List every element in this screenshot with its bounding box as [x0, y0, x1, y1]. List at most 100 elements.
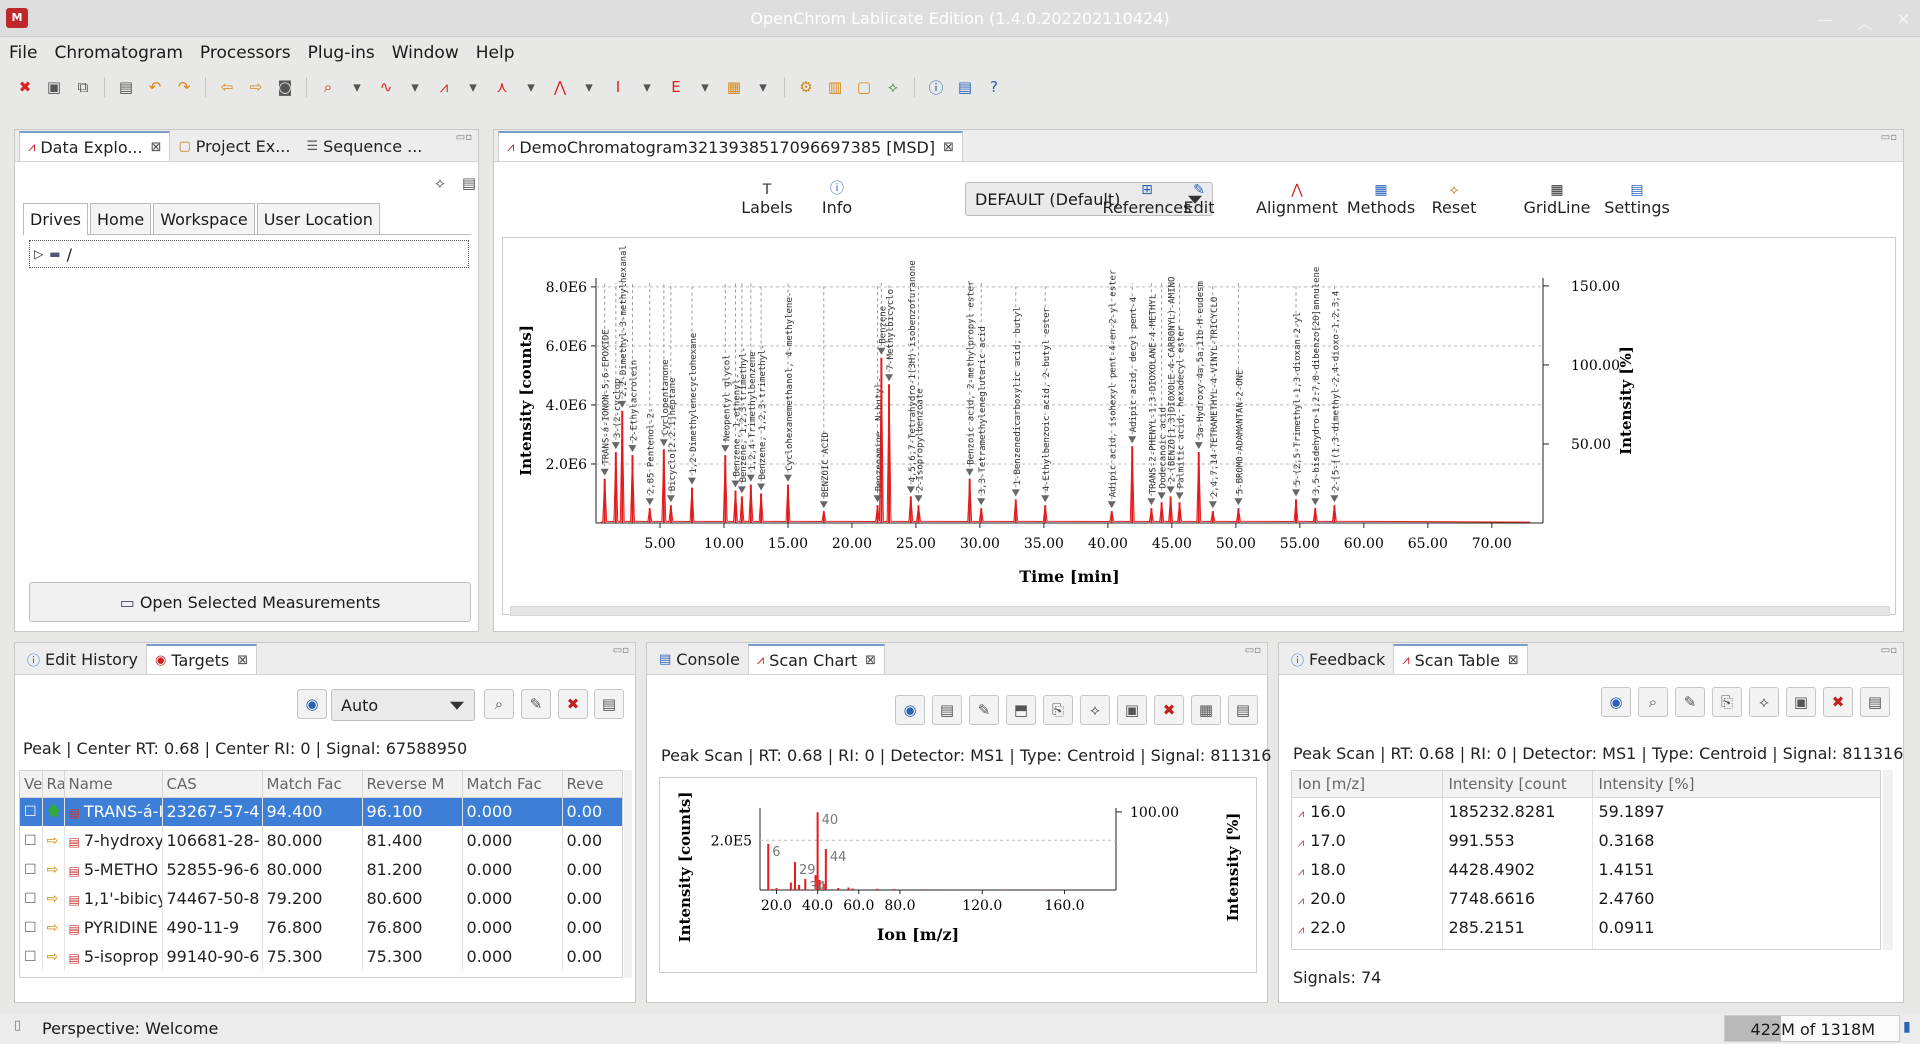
tab-data-explo[interactable]: ⩘ Data Explo... ⊠: [19, 131, 171, 161]
peak-marker[interactable]: [906, 486, 915, 494]
peak-marker[interactable]: [1128, 436, 1137, 444]
settings-icon[interactable]: ▤: [594, 689, 624, 719]
search-icon[interactable]: ⌕: [484, 689, 514, 719]
peak-marker[interactable]: [965, 468, 974, 476]
close-all-icon[interactable]: ✖: [14, 76, 36, 98]
subtab-home[interactable]: Home: [90, 203, 152, 235]
peak-marker[interactable]: [1292, 489, 1301, 497]
forward-icon[interactable]: ⇨: [245, 76, 267, 98]
delete-icon[interactable]: ✖: [1154, 695, 1184, 725]
refresh-icon[interactable]: ◉: [1601, 687, 1631, 717]
dropdown-icon[interactable]: ▾: [462, 76, 484, 98]
tab-console[interactable]: ▤ Console: [651, 644, 748, 674]
column-header[interactable]: Ion [m/z]: [1292, 771, 1443, 798]
save-as-icon[interactable]: ▤: [115, 76, 137, 98]
peak-marker[interactable]: [1166, 486, 1175, 494]
peak-marker[interactable]: [600, 468, 609, 476]
peak-marker[interactable]: [819, 501, 828, 509]
close-icon[interactable]: ✕: [1897, 10, 1910, 34]
peak-marker[interactable]: [1147, 498, 1156, 506]
reset-button[interactable]: ⟡ Reset: [1419, 176, 1489, 217]
process-icon[interactable]: ⚙: [795, 76, 817, 98]
subtab-user-location[interactable]: User Location: [256, 203, 380, 235]
link-icon[interactable]: ⟡: [425, 168, 455, 198]
layout-icon[interactable]: ▤: [954, 76, 976, 98]
save-icon[interactable]: ▣: [1786, 687, 1816, 717]
minimize-icon[interactable]: —: [1817, 10, 1833, 34]
tab-scan-chart[interactable]: ⩘ Scan Chart ⊠: [747, 644, 886, 674]
peak-marker[interactable]: [1011, 489, 1020, 497]
scan-chart[interactable]: 2.0E5 100.00 20.0 40.0 60.0 80.0 120.0 160.0 Ion…: [660, 778, 1256, 972]
table-row[interactable]: ☐ ⇨ ▤ 5-METHO 52855-96-6 80.000 81.200 0.000 0.0…: [20, 855, 622, 884]
chart-scrollbar[interactable]: [510, 606, 1890, 616]
table-row[interactable]: ☐ ⇨ ▤ 1,1'-bibicy 74467-50-8 79.200 80.600 0.00…: [20, 884, 622, 913]
peak-marker[interactable]: [873, 495, 882, 503]
menu-chromatogram[interactable]: Chromatogram: [54, 43, 182, 63]
dropdown-icon[interactable]: ▾: [694, 76, 716, 98]
settings-icon[interactable]: ▤: [1860, 687, 1890, 717]
refresh-icon[interactable]: ◉: [297, 689, 327, 719]
calendar-icon[interactable]: ▦: [1191, 695, 1221, 725]
column-header[interactable]: Match Fac: [262, 771, 363, 798]
peak-marker[interactable]: [737, 486, 746, 494]
report-icon[interactable]: ▦: [723, 76, 745, 98]
baseline-icon[interactable]: ∿: [375, 76, 397, 98]
info-icon[interactable]: ⓘ: [925, 76, 947, 98]
dropdown-icon[interactable]: ▾: [404, 76, 426, 98]
peak-marker[interactable]: [1234, 498, 1243, 506]
checkbox[interactable]: ☐: [24, 949, 37, 965]
menu-help[interactable]: Help: [476, 43, 515, 63]
table-row[interactable]: ☐ ⇨ ▤ 5-isoprop 99140-90-6 75.300 75.300 0.000 0…: [20, 942, 622, 971]
settings-icon[interactable]: ▤: [1228, 695, 1258, 725]
tab-chromatogram[interactable]: ⩘ DemoChromatogram3213938517096697385 [M…: [498, 131, 963, 161]
save-icon[interactable]: ▣: [43, 76, 65, 98]
peak-marker[interactable]: [977, 498, 986, 506]
table-row[interactable]: ⩘ 17.0 991.553 0.3168: [1292, 826, 1880, 855]
menu-plug-ins[interactable]: Plug-ins: [308, 43, 375, 63]
peak-marker[interactable]: [666, 495, 675, 503]
peak-marker[interactable]: [1194, 442, 1203, 450]
checkbox[interactable]: ☐: [24, 862, 37, 878]
tab-sequence[interactable]: ☰ Sequence ...: [298, 131, 430, 161]
save-all-icon[interactable]: ⧉: [72, 76, 94, 98]
peak-marker[interactable]: [1175, 492, 1184, 500]
tab-edit-history[interactable]: ⓘ Edit History: [19, 644, 146, 674]
close-tab-icon[interactable]: ⊠: [151, 140, 162, 155]
peak-marker[interactable]: [877, 347, 886, 355]
peak-marker[interactable]: [914, 495, 923, 503]
subtab-drives[interactable]: Drives: [23, 203, 88, 235]
export-icon[interactable]: E: [665, 76, 687, 98]
peak-marker[interactable]: [687, 477, 696, 485]
methods-button[interactable]: ▦ Methods: [1336, 176, 1426, 217]
close-tab-icon[interactable]: ⊠: [943, 140, 954, 155]
column-header[interactable]: Intensity [%]: [1592, 771, 1880, 798]
undo-icon[interactable]: ↶: [144, 76, 166, 98]
edit-button[interactable]: ✎ Edit: [1169, 176, 1229, 217]
peak-marker[interactable]: [1330, 495, 1339, 503]
subtab-workspace[interactable]: Workspace: [153, 203, 255, 235]
column-header[interactable]: Reverse M: [362, 771, 463, 798]
scan-chart-area[interactable]: 2.0E5 100.00 20.0 40.0 60.0 80.0 120.0 160.0 Ion…: [659, 777, 1257, 973]
close-tab-icon[interactable]: ⊠: [237, 653, 248, 668]
export-icon[interactable]: ⬒: [1006, 695, 1036, 725]
dropdown-icon[interactable]: ▾: [520, 76, 542, 98]
settings-button[interactable]: ▤ Settings: [1587, 176, 1687, 217]
edit-icon[interactable]: ✎: [521, 689, 551, 719]
link-icon[interactable]: ⟡: [1080, 695, 1110, 725]
peak-marker[interactable]: [885, 374, 894, 382]
open-folder-icon[interactable]: ▢: [853, 76, 875, 98]
expand-icon[interactable]: ▷: [34, 247, 43, 261]
tree-root-item[interactable]: ▷ ▬ /: [29, 240, 469, 268]
search-icon[interactable]: ⌕: [1638, 687, 1668, 717]
scan-table-scrollbar[interactable]: [1883, 770, 1893, 950]
tab-scan-table[interactable]: ⩘ Scan Table ⊠: [1393, 644, 1528, 674]
checkbox[interactable]: ☐: [24, 891, 37, 907]
table-row[interactable]: ☐ ⇨ ▤ 7-hydroxy 106681-28- 80.000 81.400 0.000 0…: [20, 826, 622, 855]
menu-processors[interactable]: Processors: [200, 43, 291, 63]
mode-select[interactable]: Auto: [331, 689, 475, 721]
table-row[interactable]: ⩘ 16.0 185232.8281 59.1897: [1292, 797, 1880, 826]
chromatogram-chart[interactable]: 2.0E6 4.0E6 6.0E6 8.0E6 50.00 100.00 150.00 5.0…: [503, 238, 1895, 614]
plugin-icon[interactable]: ⟡: [882, 76, 904, 98]
peak-marker[interactable]: [783, 474, 792, 482]
delete-icon[interactable]: ✖: [558, 689, 588, 719]
